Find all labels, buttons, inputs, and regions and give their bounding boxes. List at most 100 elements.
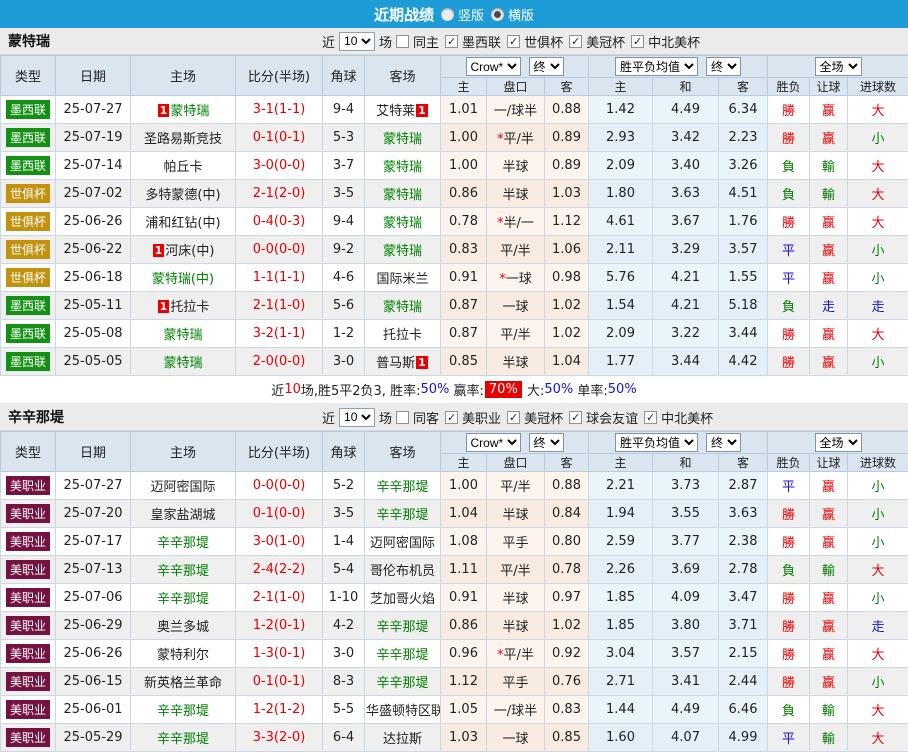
home-team-link[interactable]: 蒙特利尔 [157, 648, 209, 663]
date-cell: 25-05-29 [56, 724, 131, 752]
radio-vertical-label: 竖版 [458, 5, 484, 24]
wdl-cell: 負 [768, 696, 810, 724]
away-team-link[interactable]: 辛辛那堤 [376, 648, 428, 663]
away-team-cell: 迈阿密国际 [365, 528, 441, 556]
league-checkbox-nations[interactable] [644, 411, 657, 424]
home-team-link[interactable]: 迈阿密国际 [150, 480, 215, 495]
radio-icon[interactable] [441, 8, 454, 21]
home-team-link[interactable]: 奥兰多城 [157, 620, 209, 635]
date-cell: 25-05-05 [56, 348, 131, 376]
league-cell: 美职业 [1, 472, 56, 500]
home-team-link[interactable]: 帕丘卡 [163, 160, 202, 175]
league-checkbox-concacaf-champ[interactable] [507, 411, 520, 424]
handicap-result-cell-text: 赢 [822, 132, 835, 147]
handicap-result-cell-text: 赢 [822, 216, 835, 231]
corner-cell: 9-4 [323, 208, 365, 236]
final-odds-select[interactable]: 终 [529, 57, 564, 76]
away-team-link[interactable]: 芝加哥火焰 [370, 592, 435, 607]
same-home-checkbox[interactable] [396, 35, 409, 48]
score-cell: 2-0(0-0) [236, 348, 323, 376]
avg-home-cell: 2.59 [589, 528, 653, 556]
avg-final-select[interactable]: 终 [706, 433, 741, 452]
away-team-link[interactable]: 蒙特瑞 [383, 244, 422, 259]
away-team-link[interactable]: 达拉斯 [383, 732, 422, 747]
away-team-link[interactable]: 蒙特瑞 [383, 132, 422, 147]
avg-odds-select[interactable]: 胜平负均值 [615, 433, 698, 452]
away-team-link[interactable]: 国际米兰 [376, 272, 428, 287]
home-team-link[interactable]: 蒙特瑞 [163, 356, 202, 371]
away-team-link[interactable]: 辛辛那堤 [376, 480, 428, 495]
away-team-link[interactable]: 辛辛那堤 [376, 620, 428, 635]
league-checkbox-nations[interactable] [631, 35, 644, 48]
home-team-link[interactable]: 辛辛那堤 [157, 732, 209, 747]
home-team-link[interactable]: 皇家盐湖城 [150, 508, 215, 523]
away-odds-cell: 0.88 [545, 472, 589, 500]
score-text: 3-0(0-0) [253, 158, 306, 173]
handicap-result-cell: 赢 [810, 96, 848, 124]
home-team-link[interactable]: 新英格兰革命 [144, 676, 222, 691]
wdl-cell-text: 勝 [782, 536, 795, 551]
home-team-link[interactable]: 辛辛那堤 [157, 592, 209, 607]
handicap-star: * [499, 272, 506, 287]
home-team-link[interactable]: 托拉卡 [170, 300, 209, 315]
home-team-link[interactable]: 辛辛那堤 [157, 704, 209, 719]
final-odds-select[interactable]: 终 [529, 433, 564, 452]
away-team-link[interactable]: 蒙特瑞 [383, 160, 422, 175]
avg-final-select[interactable]: 终 [706, 57, 741, 76]
avg-odds-select[interactable]: 胜平负均值 [615, 57, 698, 76]
avg-draw-cell: 3.41 [653, 668, 719, 696]
away-team-link[interactable]: 迈阿密国际 [370, 536, 435, 551]
home-team-cell: 蒙特瑞 [131, 348, 236, 376]
away-team-link[interactable]: 蒙特瑞 [383, 300, 422, 315]
league-cell: 美职业 [1, 612, 56, 640]
away-team-link[interactable]: 蒙特瑞 [383, 216, 422, 231]
home-team-link[interactable]: 蒙特瑞(中) [152, 272, 214, 287]
avg-draw-cell: 4.09 [653, 584, 719, 612]
wdl-cell-text: 平 [782, 272, 795, 287]
league-checkbox-mls[interactable] [445, 411, 458, 424]
league-checkbox-worldclub[interactable] [507, 35, 520, 48]
handicap-result-cell-text: 輸 [822, 188, 835, 203]
home-team-link[interactable]: 蒙特瑞 [170, 104, 209, 119]
league-label: 美冠杯 [586, 32, 625, 51]
date-cell: 25-05-11 [56, 292, 131, 320]
home-team-link[interactable]: 浦和红钻(中) [145, 216, 220, 231]
away-team-link[interactable]: 托拉卡 [383, 328, 422, 343]
bookmaker-select[interactable]: Crow* [466, 57, 521, 76]
avg-away-cell: 3.57 [719, 236, 768, 264]
recent-count-select[interactable]: 10 [339, 32, 375, 51]
league-checkbox-mex[interactable] [445, 35, 458, 48]
same-away-checkbox[interactable] [396, 411, 409, 424]
league-checkbox-concacaf-champ[interactable] [569, 35, 582, 48]
layout-radio-vertical[interactable]: 竖版 [441, 5, 484, 24]
fulltime-select[interactable]: 全场 [815, 433, 862, 452]
fulltime-select[interactable]: 全场 [815, 57, 862, 76]
away-team-link[interactable]: 辛辛那堤 [376, 676, 428, 691]
home-team-link[interactable]: 蒙特瑞 [163, 328, 202, 343]
avg-home-cell: 3.04 [589, 640, 653, 668]
league-checkbox-friendly[interactable] [569, 411, 582, 424]
away-team-link[interactable]: 蒙特瑞 [383, 188, 422, 203]
home-team-cell: 帕丘卡 [131, 152, 236, 180]
away-team-link[interactable]: 普马斯 [376, 356, 415, 371]
away-odds-cell: 0.84 [545, 500, 589, 528]
bookmaker-select[interactable]: Crow* [466, 433, 521, 452]
home-team-link[interactable]: 河床(中) [165, 244, 214, 259]
away-team-link[interactable]: 哥伦布机员 [370, 564, 435, 579]
home-team-link[interactable]: 多特蒙德(中) [145, 188, 220, 203]
home-team-link[interactable]: 圣路易斯竞技 [144, 132, 222, 147]
radio-selected-icon[interactable] [491, 8, 504, 21]
team-title: 辛辛那堤 [0, 407, 64, 427]
away-team-link[interactable]: 华盛顿特区联 [366, 704, 441, 719]
home-team-link[interactable]: 辛辛那堤 [157, 536, 209, 551]
date-cell: 25-07-14 [56, 152, 131, 180]
recent-count-select[interactable]: 10 [339, 408, 375, 427]
home-odds-cell: 0.87 [441, 320, 487, 348]
away-team-link[interactable]: 艾特莱 [376, 104, 415, 119]
wdl-cell-text: 平 [782, 480, 795, 495]
away-team-link[interactable]: 辛辛那堤 [376, 508, 428, 523]
layout-radio-horizontal[interactable]: 横版 [491, 5, 534, 24]
league-badge: 墨西联 [6, 100, 50, 119]
home-team-link[interactable]: 辛辛那堤 [157, 564, 209, 579]
away-team-cell: 普马斯1 [365, 348, 441, 376]
